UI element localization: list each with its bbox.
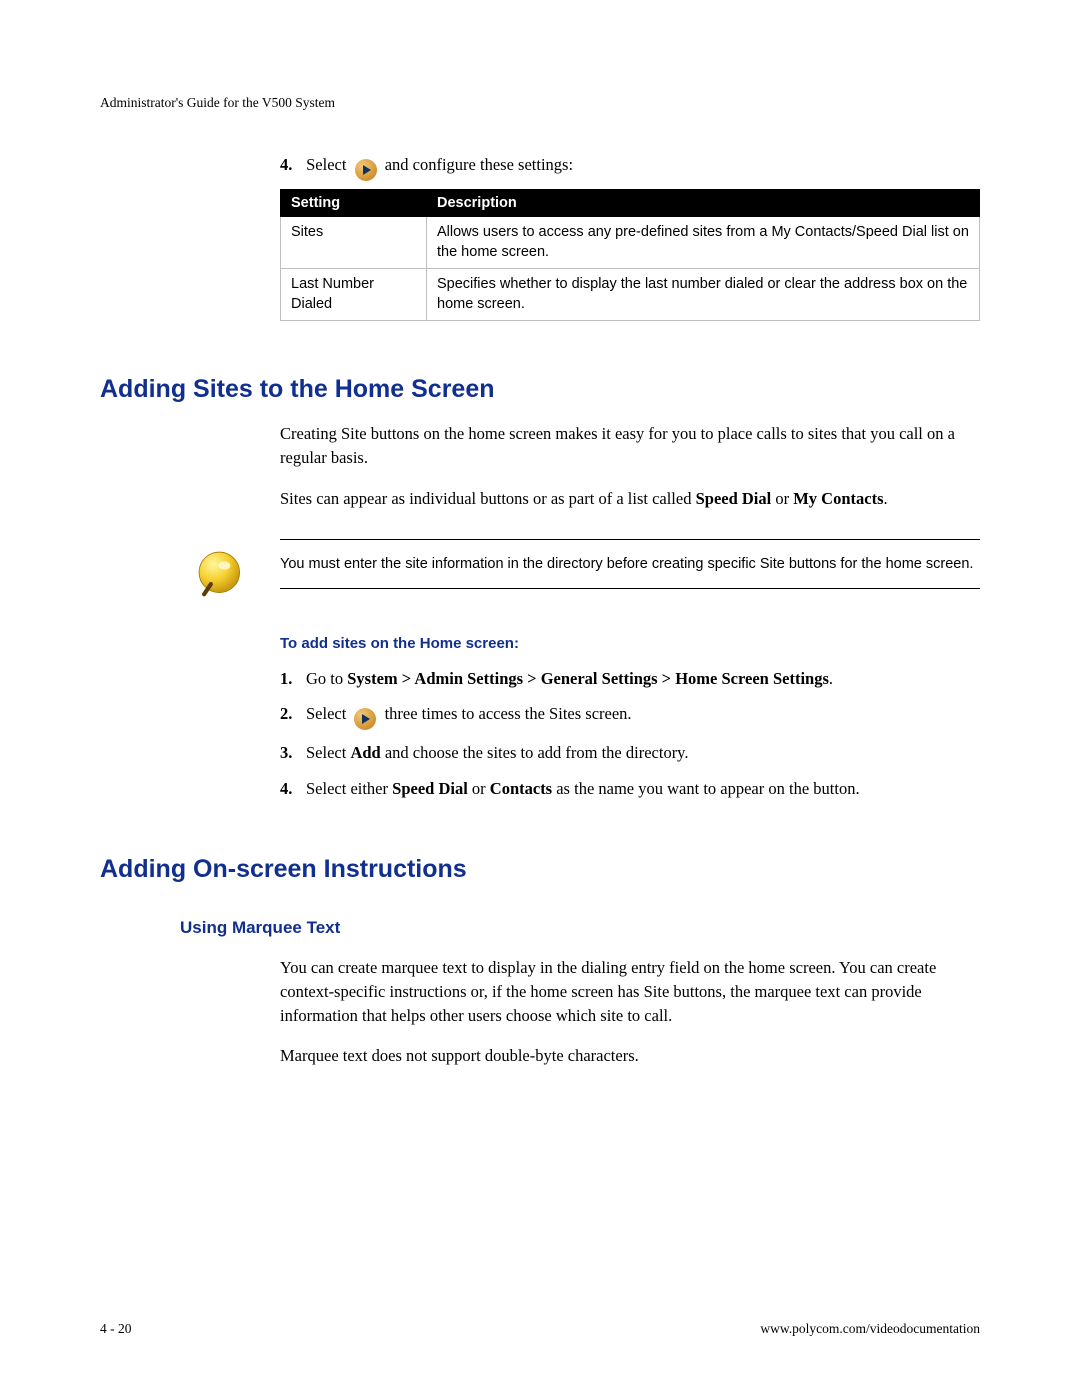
section-heading-adding-sites: Adding Sites to the Home Screen bbox=[100, 375, 980, 404]
step-item: Select Add and choose the sites to add f… bbox=[280, 740, 980, 766]
footer-url: www.polycom.com/videodocumentation bbox=[760, 1321, 980, 1337]
table-header-setting: Setting bbox=[281, 190, 427, 217]
subsection-heading-marquee: Using Marquee Text bbox=[180, 918, 980, 938]
step-4-line: 4. Select and configure these settings: bbox=[280, 153, 980, 181]
procedure-steps: Go to System > Admin Settings > General … bbox=[280, 666, 980, 802]
arrow-right-icon bbox=[355, 159, 377, 181]
table-cell-setting: Sites bbox=[281, 217, 427, 269]
note-text: You must enter the site information in t… bbox=[280, 539, 980, 589]
table-row: Last Number Dialed Specifies whether to … bbox=[281, 269, 980, 321]
paragraph: Marquee text does not support double-byt… bbox=[280, 1044, 980, 1068]
table-header-row: Setting Description bbox=[281, 190, 980, 217]
paragraph: Sites can appear as individual buttons o… bbox=[280, 487, 980, 511]
paragraph: You can create marquee text to display i… bbox=[280, 956, 980, 1028]
paragraph: Creating Site buttons on the home screen… bbox=[280, 422, 980, 470]
table-cell-description: Specifies whether to display the last nu… bbox=[427, 269, 980, 321]
note-pin-icon bbox=[194, 547, 248, 601]
table-cell-setting: Last Number Dialed bbox=[281, 269, 427, 321]
table-header-description: Description bbox=[427, 190, 980, 217]
step-number: 4. bbox=[280, 153, 302, 178]
step-text-before: Select bbox=[306, 155, 346, 174]
procedure-title: To add sites on the Home screen: bbox=[280, 635, 980, 652]
section-heading-adding-instructions: Adding On-screen Instructions bbox=[100, 855, 980, 884]
step-text-after: and configure these settings: bbox=[385, 155, 573, 174]
table-cell-description: Allows users to access any pre-defined s… bbox=[427, 217, 980, 269]
step-item: Select three times to access the Sites s… bbox=[280, 701, 980, 730]
page-number: 4 - 20 bbox=[100, 1321, 132, 1337]
table-row: Sites Allows users to access any pre-def… bbox=[281, 217, 980, 269]
running-header: Administrator's Guide for the V500 Syste… bbox=[100, 95, 980, 111]
settings-table: Setting Description Sites Allows users t… bbox=[280, 189, 980, 321]
step-item: Go to System > Admin Settings > General … bbox=[280, 666, 980, 692]
arrow-right-icon bbox=[354, 708, 376, 730]
step-item: Select either Speed Dial or Contacts as … bbox=[280, 776, 980, 802]
